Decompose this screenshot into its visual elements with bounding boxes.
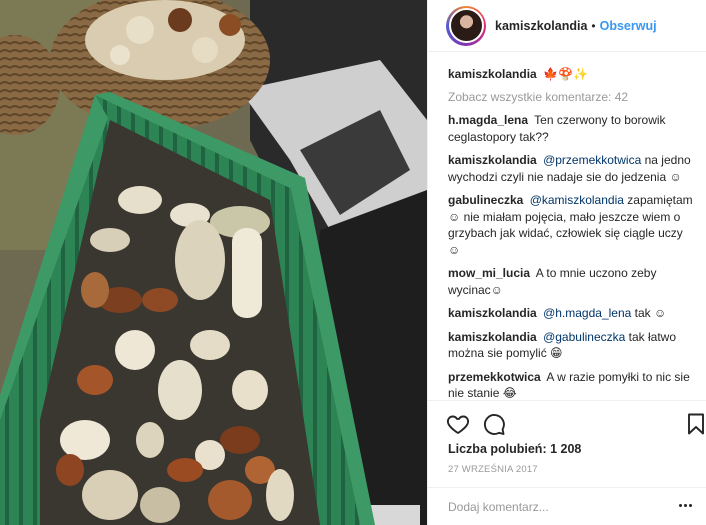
comment-item: kamiszkolandia @gabulineczka tak łatwo m…	[448, 329, 698, 362]
comment-mention-link[interactable]: @h.magda_lena	[543, 306, 631, 320]
comment-mention-link[interactable]: @przemekkotwica	[543, 153, 641, 167]
likes-count[interactable]: Liczba polubień: 1 208	[448, 442, 581, 456]
post-caption: kamiszkolandia 🍁🍄✨	[448, 66, 698, 83]
post-date[interactable]: 27 WRZEŚNIA 2017	[448, 464, 538, 475]
avatar[interactable]	[448, 8, 484, 43]
comment-username[interactable]: h.magda_lena	[448, 113, 528, 127]
comment-username[interactable]: kamiszkolandia	[448, 306, 537, 320]
caption-text: 🍁🍄✨	[543, 67, 588, 81]
comment-item: przemekkotwica A w razie pomyłki to nic …	[448, 369, 698, 401]
post-side-panel: kamiszkolandia • Obserwuj kamiszkolandia…	[427, 0, 706, 525]
comment-item: h.magda_lena Ten czerwony to borowik ceg…	[448, 112, 698, 145]
comment-username[interactable]: kamiszkolandia	[448, 153, 537, 167]
comment-item: kamiszkolandia @h.magda_lena tak ☺	[448, 305, 698, 322]
comment-username[interactable]: mow_mi_lucia	[448, 266, 530, 280]
add-comment-input[interactable]	[448, 497, 668, 517]
bookmark-icon[interactable]	[684, 412, 706, 436]
comment-mention-link[interactable]: @kamiszkolandia	[530, 193, 624, 207]
comment-username[interactable]: gabulineczka	[448, 193, 523, 207]
ellipsis-icon[interactable]	[679, 501, 693, 511]
comment-username[interactable]: kamiszkolandia	[448, 330, 537, 344]
avatar-story-ring[interactable]	[446, 5, 486, 46]
view-all-comments-link[interactable]: Zobacz wszystkie komentarze: 42	[448, 89, 698, 106]
add-comment-bar	[428, 487, 706, 525]
comment-text: tak ☺	[634, 306, 667, 320]
header-separator-dot: •	[591, 18, 596, 33]
comment-item: kamiszkolandia @przemekkotwica na jedno …	[448, 152, 698, 185]
post-header: kamiszkolandia • Obserwuj	[428, 0, 706, 52]
instagram-post-view: kamiszkolandia • Obserwuj kamiszkolandia…	[0, 0, 706, 525]
heart-outline-icon[interactable]	[446, 412, 470, 436]
comment-item: gabulineczka @kamiszkolandia zapamiętam …	[448, 192, 698, 258]
caption-username[interactable]: kamiszkolandia	[448, 67, 537, 81]
comment-mention-link[interactable]: @gabulineczka	[543, 330, 625, 344]
comment-item: mow_mi_lucia A to mnie uczono zeby wycin…	[448, 265, 698, 298]
comment-bubble-icon[interactable]	[482, 412, 506, 436]
comments-list[interactable]: kamiszkolandia 🍁🍄✨ Zobacz wszystkie kome…	[448, 66, 698, 400]
post-actions	[428, 400, 706, 445]
post-photo[interactable]	[0, 0, 427, 525]
mushroom-crate-photo	[0, 0, 427, 525]
comment-username[interactable]: przemekkotwica	[448, 370, 541, 384]
header-username[interactable]: kamiszkolandia	[495, 19, 587, 33]
follow-button[interactable]: Obserwuj	[600, 19, 657, 33]
